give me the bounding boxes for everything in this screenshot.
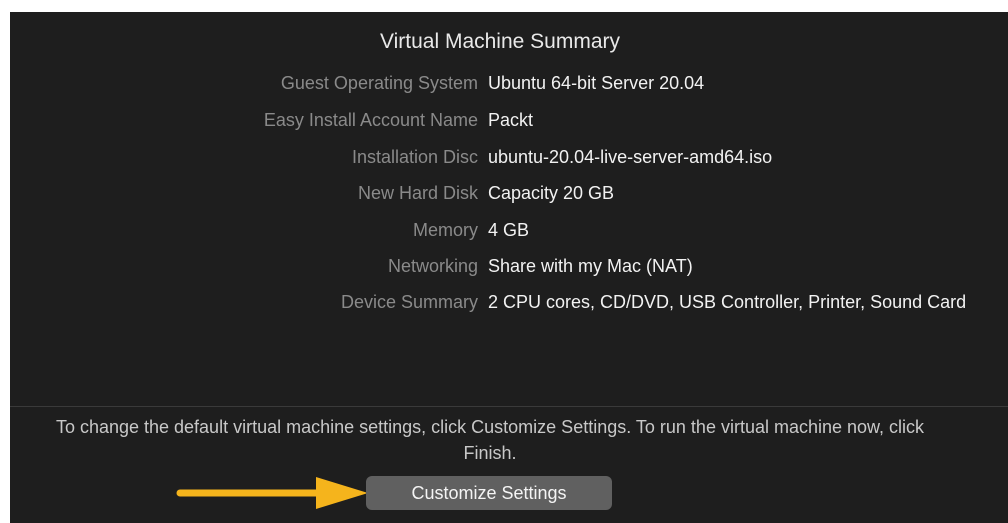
summary-label: Device Summary [340, 292, 478, 312]
arrow-right-icon [176, 477, 368, 509]
summary-value: 4 GB [488, 220, 530, 240]
footer-divider [10, 406, 1008, 407]
summary-value: 2 CPU cores, CD/DVD, USB Controller, Pri… [488, 292, 967, 312]
summary-value: Capacity 20 GB [488, 183, 615, 203]
summary-value: Packt [488, 110, 534, 130]
summary-label: Guest Operating System [280, 73, 478, 93]
vm-summary-panel: Virtual Machine Summary Guest Operating … [10, 12, 1008, 523]
summary-label: Installation Disc [351, 147, 478, 167]
summary-label: Easy Install Account Name [263, 110, 478, 130]
summary-label: Memory [412, 220, 478, 240]
summary-value: Share with my Mac (NAT) [488, 256, 693, 276]
summary-label: New Hard Disk [357, 183, 478, 203]
footer-note: To change the default virtual machine se… [55, 417, 925, 463]
customize-settings-button[interactable]: Customize Settings [366, 476, 612, 510]
summary-value: ubuntu-20.04-live-server-amd64.iso [488, 147, 773, 167]
summary-title: Virtual Machine Summary [379, 30, 621, 53]
summary-label: Networking [387, 256, 478, 276]
summary-value: Ubuntu 64-bit Server 20.04 [488, 73, 705, 93]
